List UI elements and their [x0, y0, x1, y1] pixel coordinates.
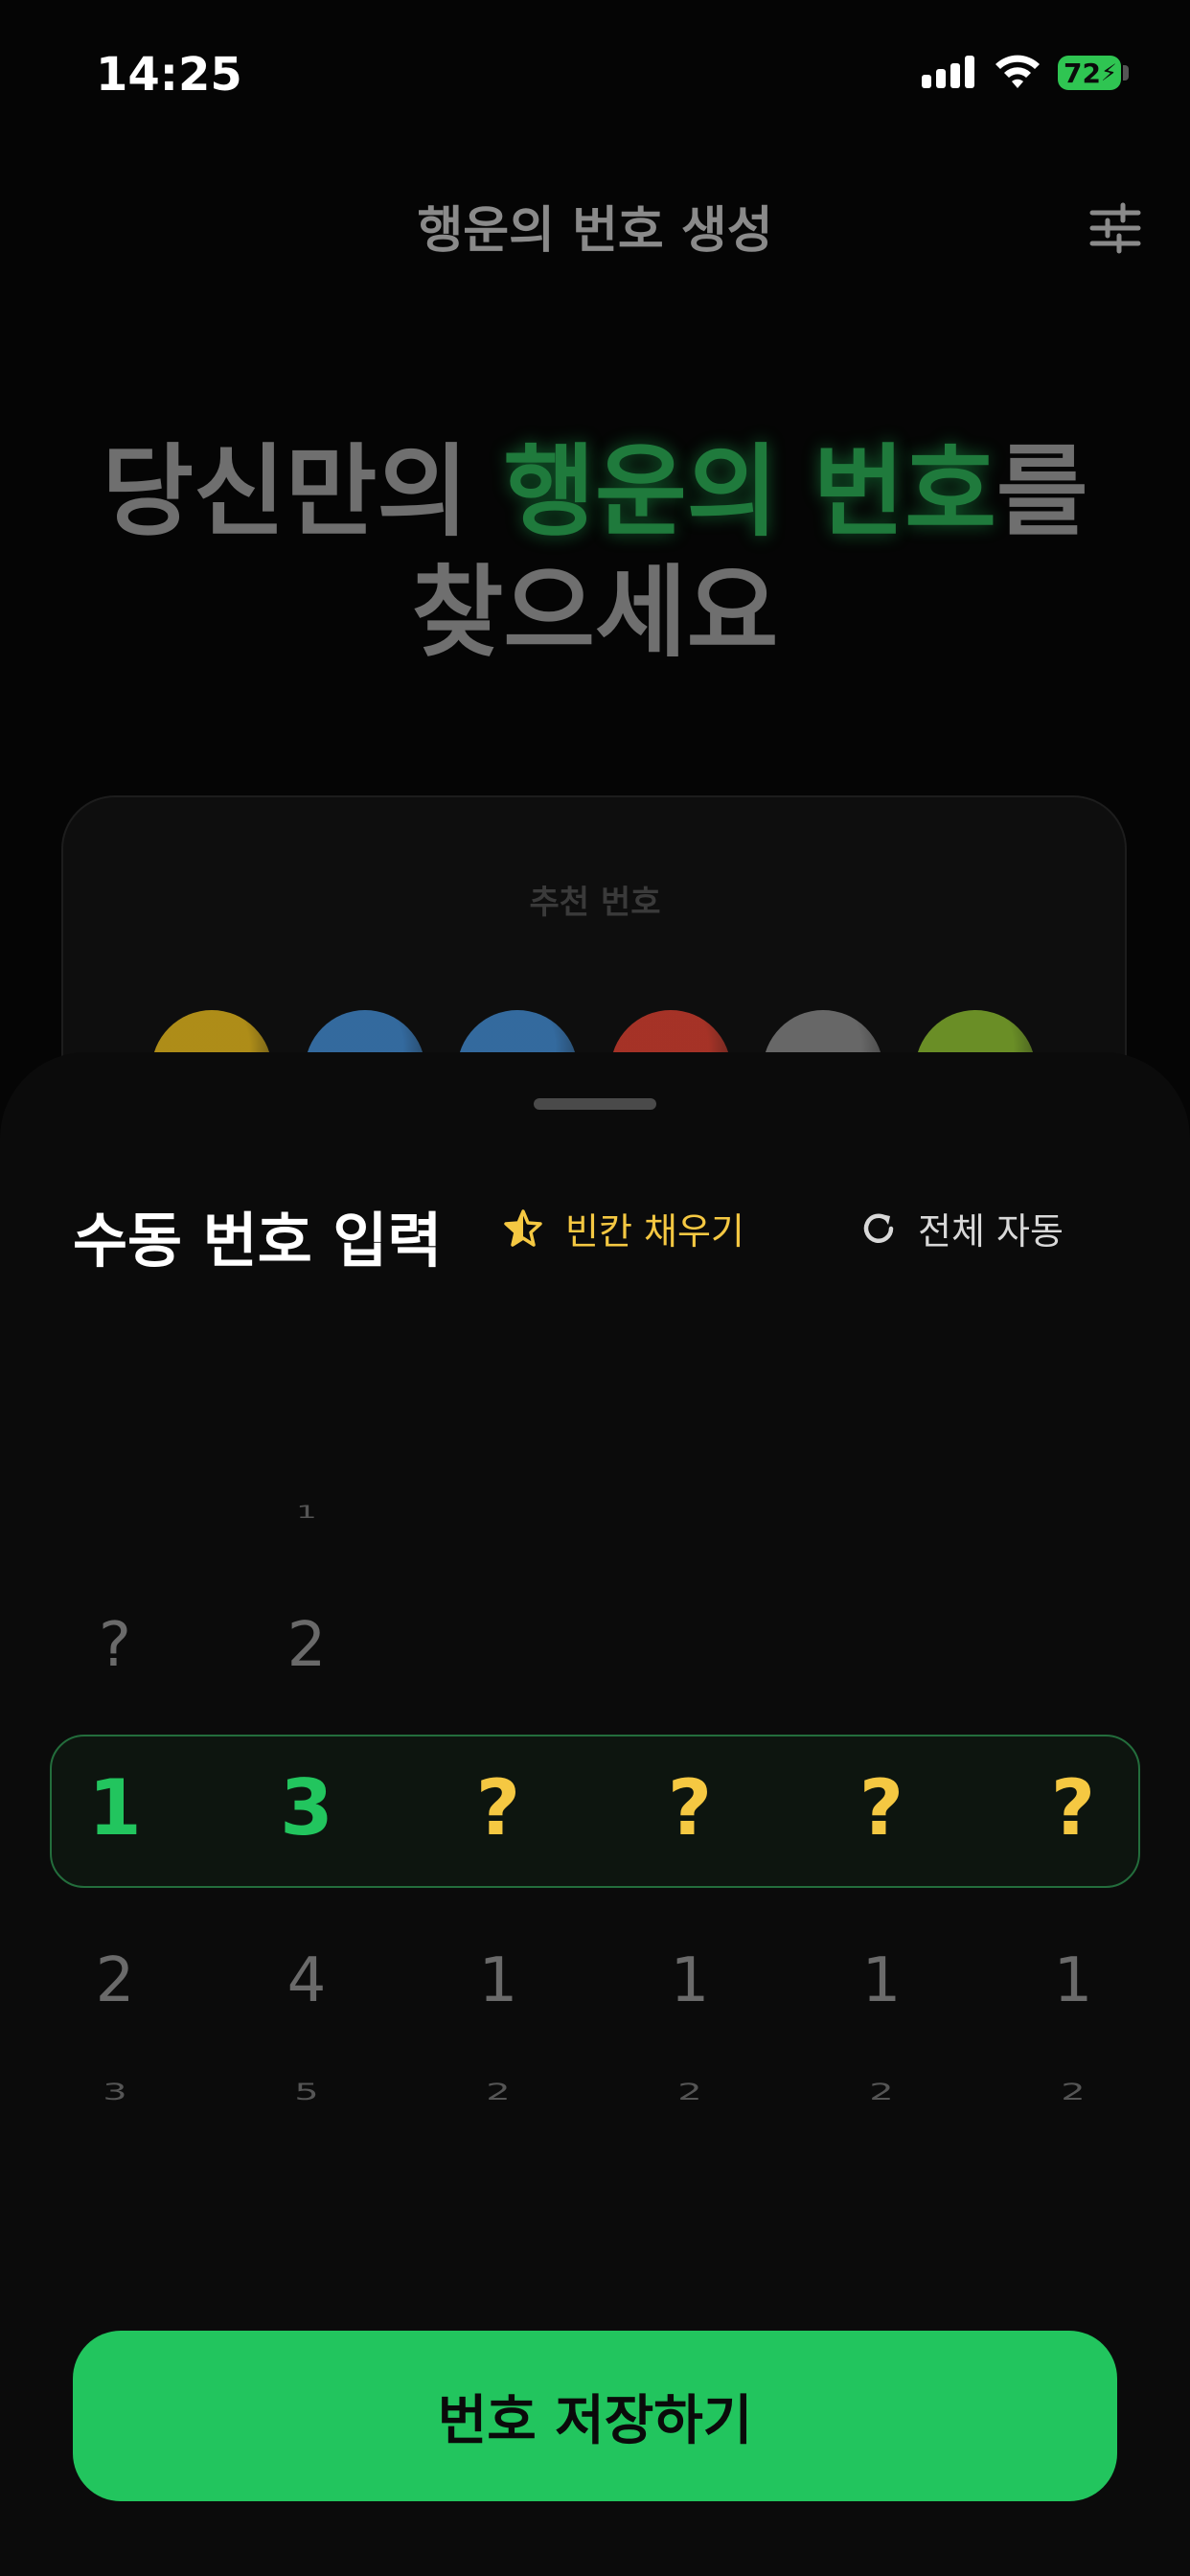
sheet-grabber[interactable] [534, 1098, 656, 1110]
sliders-icon[interactable] [1087, 199, 1144, 257]
picker-value-below-2: 2 [869, 2079, 894, 2105]
star-icon [504, 1208, 542, 1247]
fill-blanks-label: 빈칸 채우기 [565, 1210, 744, 1253]
picker-value-below-2: 2 [486, 2079, 511, 2105]
picker-value-above-2: 1 [296, 1502, 317, 1523]
picker-value-selected: 3 [280, 1763, 333, 1852]
battery-cap [1123, 65, 1129, 80]
cellular-signal-icon [922, 56, 974, 88]
picker-selection-bar [50, 1735, 1140, 1888]
hero-line-2: 찾으세요 [411, 554, 779, 671]
picker-value-below-1: 1 [1053, 1945, 1093, 2016]
picker-value-selected: ? [1050, 1763, 1096, 1852]
status-time: 14:25 [96, 48, 242, 102]
save-numbers-button[interactable]: 번호 저장하기 [73, 2331, 1117, 2501]
picker-value-below-1: 1 [861, 1945, 902, 2016]
auto-all-label: 전체 자동 [918, 1210, 1064, 1253]
hero-line-1: 당신만의 행운의 번호를 [0, 431, 1190, 552]
picker-value-selected: 1 [88, 1763, 142, 1852]
hero-pre: 당신만의 [102, 433, 504, 550]
auto-all-button[interactable]: 전체 자동 [858, 1202, 1064, 1254]
picker-value-above-1: 2 [286, 1610, 327, 1681]
picker-value-below-2: 5 [294, 2079, 319, 2105]
picker-value-below-2: 2 [677, 2079, 702, 2105]
picker-value-selected: ? [475, 1763, 521, 1852]
picker-value-below-1: 1 [478, 1945, 518, 2016]
picker-value-above-1: ? [99, 1610, 131, 1681]
picker-value-selected: ? [858, 1763, 904, 1852]
picker-value-below-2: 3 [103, 2079, 127, 2105]
picker-value-below-1: 4 [286, 1945, 327, 2016]
picker-value-below-2: 2 [1061, 2079, 1086, 2105]
refresh-icon [863, 1213, 894, 1243]
fill-blanks-button[interactable]: 빈칸 채우기 [502, 1202, 744, 1254]
sheet-title: 수동 번호 입력 [73, 1206, 443, 1276]
save-button-label: 번호 저장하기 [437, 2389, 753, 2452]
recommended-label: 추천 번호 [529, 884, 661, 922]
hero-post: 를 [995, 433, 1088, 550]
page-title: 행운의 번호 생성 [417, 202, 773, 260]
battery-level: 72 [1064, 57, 1101, 89]
hero-heading: 당신만의 행운의 번호를 찾으세요 [0, 431, 1190, 673]
picker-value-selected: ? [667, 1763, 713, 1852]
wifi-icon [995, 55, 1040, 88]
hero-highlight: 행운의 번호 [503, 433, 996, 550]
picker-value-below-1: 1 [670, 1945, 710, 2016]
battery-icon: 72 ⚡ [1058, 56, 1121, 90]
picker-value-below-1: 2 [95, 1945, 135, 2016]
